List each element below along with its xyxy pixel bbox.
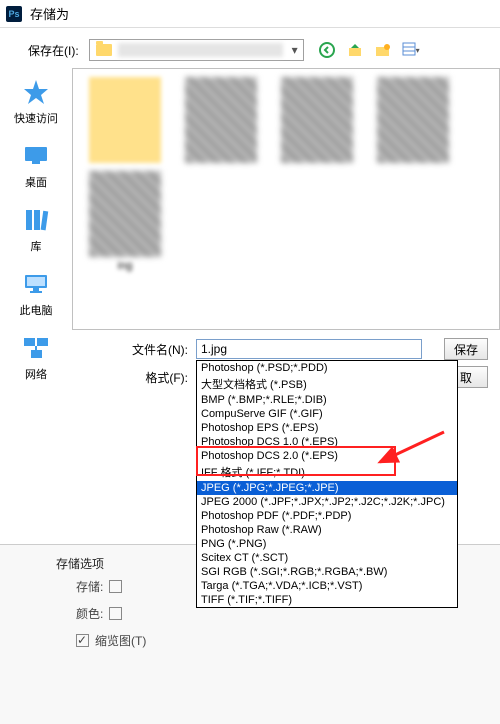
file-item[interactable] [273,77,361,163]
network-icon [20,332,52,364]
view-menu-icon[interactable]: ▾ [402,41,420,59]
file-item[interactable]: ing [81,171,169,272]
computer-icon [20,268,52,300]
store-label: 存储: [76,578,103,595]
back-icon[interactable] [318,41,336,59]
libraries-icon [20,204,52,236]
sidebar-item-label: 桌面 [25,174,47,190]
format-option[interactable]: Targa (*.TGA;*.VDA;*.ICB;*.VST) [197,579,457,593]
save-in-label: 保存在(I): [28,42,79,59]
folder-icon [96,44,112,56]
thumb-checkbox[interactable] [76,634,89,647]
places-sidebar: 快速访问 桌面 库 此电脑 网络 [0,68,72,330]
color-checkbox[interactable] [109,607,122,620]
thumb-label: 缩览图(T) [95,632,146,649]
format-option[interactable]: Photoshop EPS (*.EPS) [197,421,457,435]
location-toolbar: 保存在(I): ▾ ▾ [0,32,500,68]
format-option[interactable]: Photoshop Raw (*.RAW) [197,523,457,537]
format-option[interactable]: BMP (*.BMP;*.RLE;*.DIB) [197,393,457,407]
new-folder-icon[interactable] [374,41,392,59]
chevron-down-icon[interactable]: ▾ [287,40,303,60]
store-checkbox[interactable] [109,580,122,593]
format-option[interactable]: Photoshop (*.PSD;*.PDD) [197,361,457,375]
format-option[interactable]: TIFF (*.TIF;*.TIFF) [197,593,457,607]
location-combo[interactable]: ▾ [89,39,304,61]
file-item[interactable] [369,77,457,163]
format-option[interactable]: Photoshop DCS 2.0 (*.EPS) [197,449,457,463]
filename-input[interactable] [196,339,422,359]
save-button[interactable]: 保存 [444,338,488,360]
photoshop-icon: Ps [6,6,22,22]
sidebar-item-network[interactable]: 网络 [20,332,52,382]
up-icon[interactable] [346,41,364,59]
sidebar-item-quickaccess[interactable]: 快速访问 [14,76,58,126]
format-option[interactable]: JPEG 2000 (*.JPF;*.JPX;*.JP2;*.J2C;*.J2K… [197,495,457,509]
format-option[interactable]: JPEG (*.JPG;*.JPEG;*.JPE) [197,481,457,495]
sidebar-item-libraries[interactable]: 库 [20,204,52,254]
sidebar-item-label: 快速访问 [14,110,58,126]
quickaccess-icon [20,76,52,108]
file-list[interactable]: ing [72,68,500,330]
folder-item[interactable] [81,77,169,163]
desktop-icon [20,140,52,172]
sidebar-item-label: 网络 [25,366,47,382]
format-option[interactable]: SGI RGB (*.SGI;*.RGB;*.RGBA;*.BW) [197,565,457,579]
window-title: 存储为 [30,4,69,23]
format-dropdown-list[interactable]: Photoshop (*.PSD;*.PDD)大型文档格式 (*.PSB)BMP… [196,360,458,608]
format-option[interactable]: Photoshop DCS 1.0 (*.EPS) [197,435,457,449]
location-path [118,43,283,57]
color-label: 颜色: [76,605,103,622]
file-label: ing [118,260,133,272]
sidebar-item-label: 库 [31,238,42,254]
format-option[interactable]: Photoshop PDF (*.PDF;*.PDP) [197,509,457,523]
format-option[interactable]: 大型文档格式 (*.PSB) [197,375,457,393]
file-item[interactable] [177,77,265,163]
format-option[interactable]: PNG (*.PNG) [197,537,457,551]
filename-label: 文件名(N): [118,341,188,358]
format-option[interactable]: CompuServe GIF (*.GIF) [197,407,457,421]
sidebar-item-label: 此电脑 [20,302,53,318]
sidebar-item-desktop[interactable]: 桌面 [20,140,52,190]
format-option[interactable]: IFF 格式 (*.IFF;*.TDI) [197,463,457,481]
sidebar-item-thispc[interactable]: 此电脑 [20,268,53,318]
format-label: 格式(F): [118,369,188,386]
titlebar: Ps 存储为 [0,0,500,28]
